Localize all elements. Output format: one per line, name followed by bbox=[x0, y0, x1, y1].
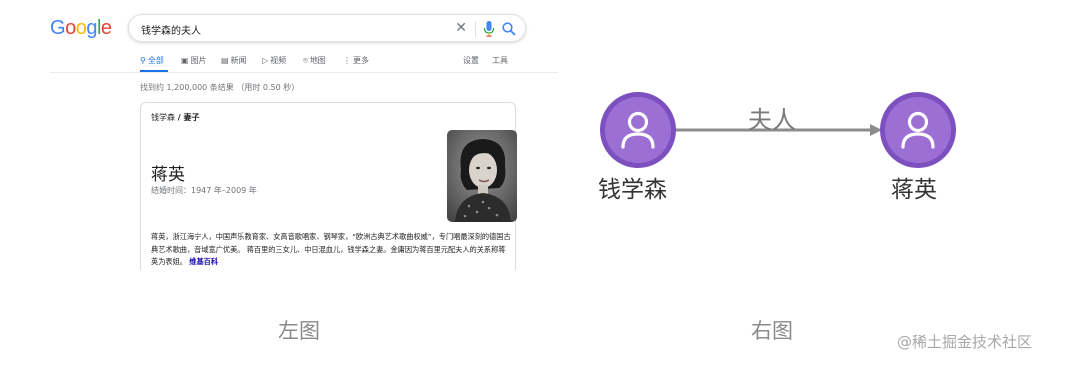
breadcrumb: 钱学森 / 妻子 bbox=[151, 112, 200, 123]
breadcrumb-relation: 妻子 bbox=[183, 113, 200, 122]
logo-letter: G bbox=[50, 17, 66, 39]
result-stats: 找到约 1,200,000 条结果 （用时 0.50 秒） bbox=[140, 83, 300, 92]
search-tabs: ⚲ 全部 ▣ 图片 ▤ 新闻 ▷ 视频 ⌾ 地图 ⋮ 更多 设置 工具 bbox=[140, 55, 512, 71]
logo-letter: g bbox=[86, 17, 97, 39]
search-divider bbox=[475, 21, 476, 37]
logo-letter: e bbox=[100, 17, 112, 39]
tab-label: 地图 bbox=[309, 56, 326, 65]
tab-images[interactable]: ▣ 图片 bbox=[181, 55, 207, 66]
settings-link[interactable]: 设置 bbox=[463, 55, 479, 66]
tab-label: 图片 bbox=[190, 56, 207, 65]
left-caption: 左图 bbox=[278, 319, 320, 343]
tools-link[interactable]: 工具 bbox=[492, 55, 508, 66]
breadcrumb-entity[interactable]: 钱学森 bbox=[151, 113, 175, 122]
image-icon: ▣ bbox=[181, 55, 189, 65]
source-node-label: 钱学森 bbox=[598, 177, 667, 203]
tab-label: 视频 bbox=[270, 56, 287, 65]
tab-label: 更多 bbox=[353, 56, 369, 65]
tab-all[interactable]: ⚲ 全部 bbox=[140, 55, 164, 66]
tab-more[interactable]: ⋮ 更多 bbox=[343, 55, 369, 66]
more-icon: ⋮ bbox=[343, 55, 351, 65]
entity-title: 蒋英 bbox=[151, 165, 185, 185]
logo-letter: o bbox=[65, 17, 76, 39]
google-logo[interactable]: Google bbox=[50, 17, 112, 40]
mic-icon[interactable] bbox=[483, 20, 495, 38]
breadcrumb-separator: / bbox=[175, 113, 184, 122]
entity-description: 蒋英，浙江海宁人，中国声乐教育家、女高音歌唱家、钢琴家，“欧洲古典艺术歌曲权威”… bbox=[151, 231, 511, 269]
right-caption: 右图 bbox=[751, 319, 793, 343]
tab-label: 新闻 bbox=[230, 56, 247, 65]
news-icon: ▤ bbox=[221, 55, 229, 65]
tab-maps[interactable]: ⌾ 地图 bbox=[303, 55, 326, 66]
knowledge-panel: 钱学森 / 妻子 蒋英 结婚时间：1947 年–2009 年 蒋英，浙江海宁人，… bbox=[140, 102, 517, 270]
tab-label: 全部 bbox=[147, 56, 164, 65]
search-input[interactable]: 钱学森的夫人 bbox=[141, 22, 201, 37]
map-pin-icon: ⌾ bbox=[303, 55, 308, 65]
edge-label: 夫人 bbox=[748, 106, 796, 134]
target-node[interactable] bbox=[880, 92, 956, 168]
portrait-photo[interactable] bbox=[447, 130, 517, 222]
tabs-divider bbox=[50, 72, 558, 73]
tab-news[interactable]: ▤ 新闻 bbox=[221, 55, 247, 66]
search-box[interactable]: 钱学森的夫人 ✕ bbox=[128, 14, 526, 42]
source-node[interactable] bbox=[600, 92, 676, 168]
logo-letter: o bbox=[75, 17, 87, 39]
entity-subtitle: 结婚时间：1947 年–2009 年 bbox=[151, 186, 257, 195]
search-icon[interactable] bbox=[501, 20, 517, 38]
close-icon[interactable]: ✕ bbox=[455, 19, 467, 37]
wikipedia-link[interactable]: 维基百科 bbox=[189, 257, 218, 266]
tab-videos[interactable]: ▷ 视频 bbox=[262, 55, 286, 66]
search-icon: ⚲ bbox=[140, 55, 146, 65]
video-icon: ▷ bbox=[262, 55, 269, 65]
target-node-label: 蒋英 bbox=[891, 177, 937, 203]
watermark: @稀土掘金技术社区 bbox=[897, 333, 1033, 351]
